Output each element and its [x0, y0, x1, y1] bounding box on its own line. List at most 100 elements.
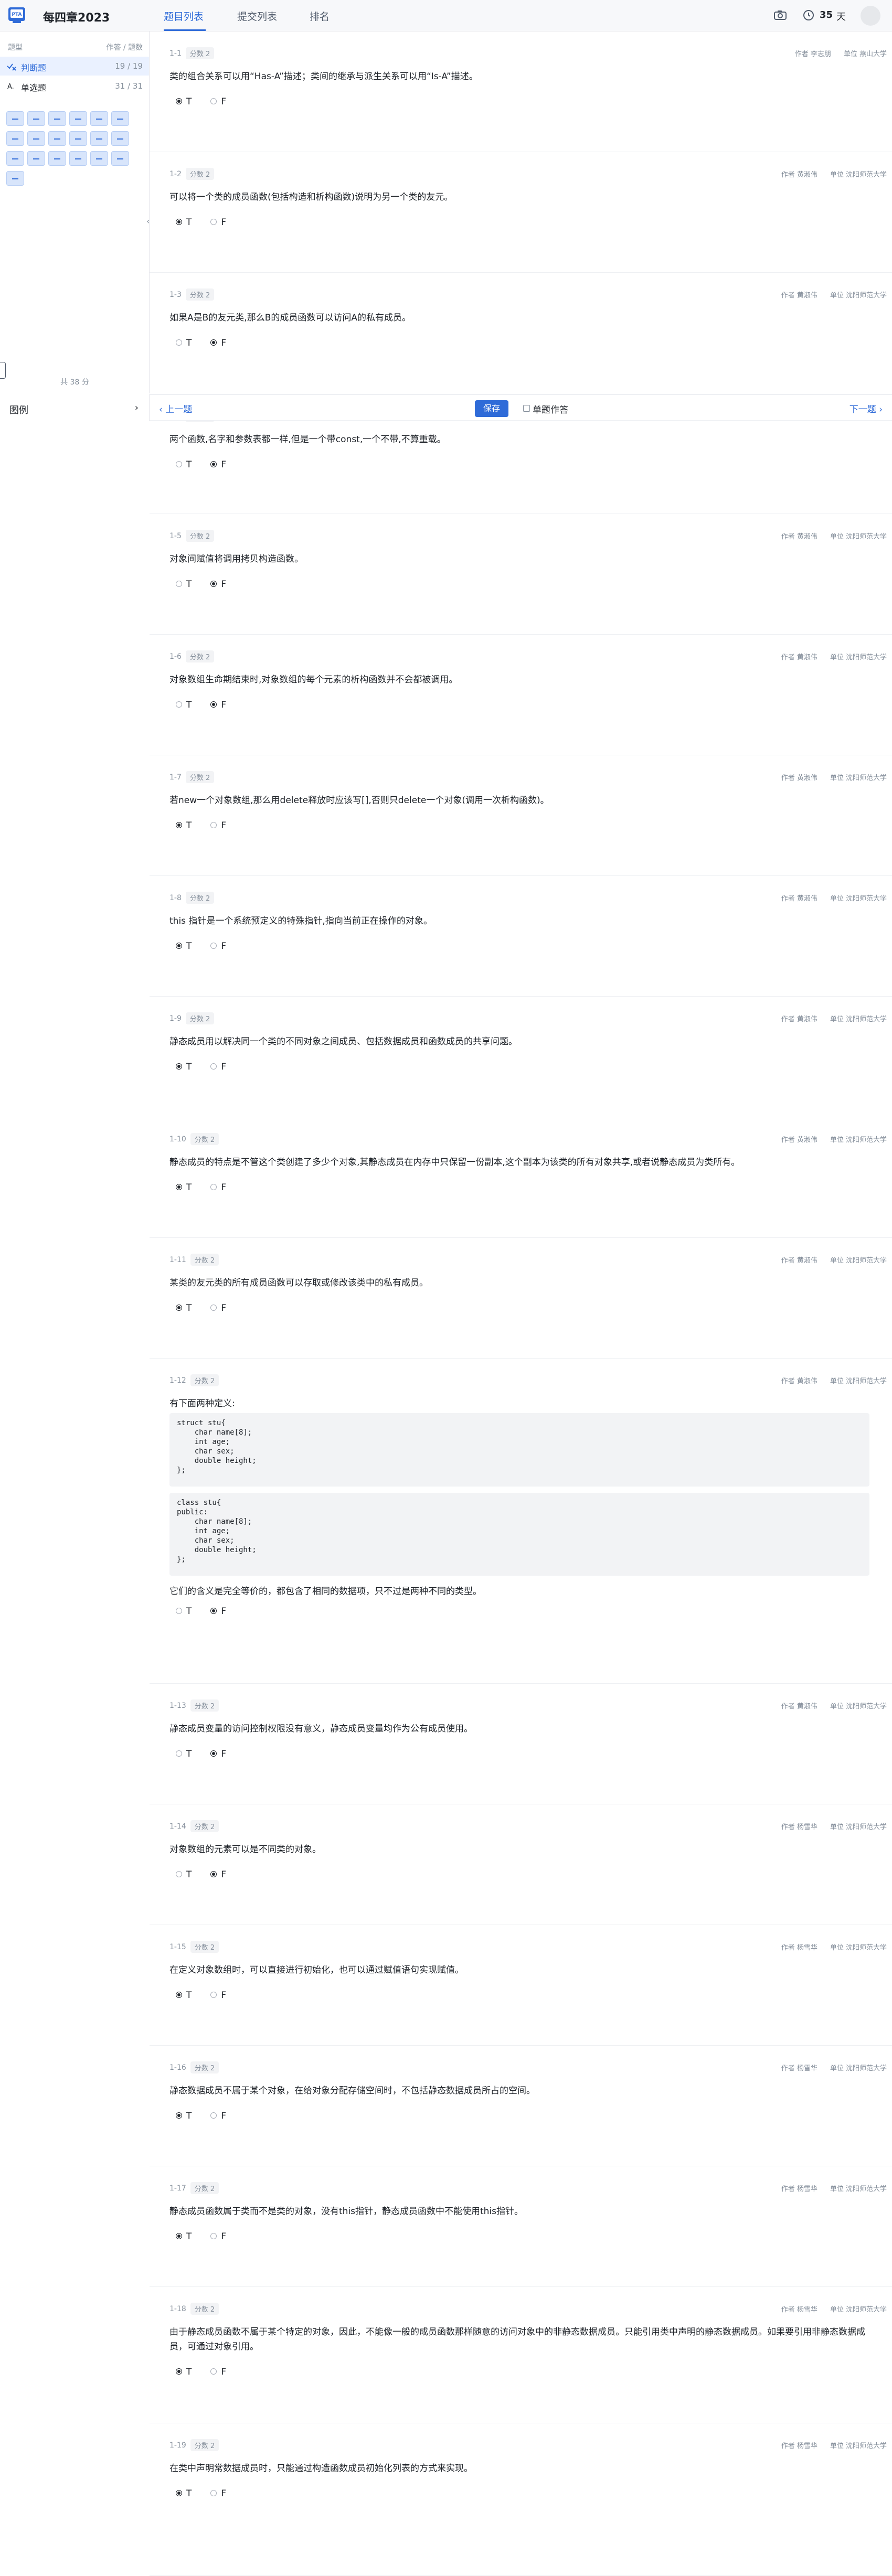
- side-drawer-handle[interactable]: [0, 362, 6, 379]
- option-f[interactable]: F: [210, 940, 226, 953]
- option-t[interactable]: T: [176, 1868, 192, 1881]
- option-t[interactable]: T: [176, 940, 192, 953]
- option-t[interactable]: T: [176, 819, 192, 832]
- option-t[interactable]: T: [176, 95, 192, 108]
- question-number-cell[interactable]: [111, 151, 129, 166]
- question-number-cell[interactable]: [111, 111, 129, 126]
- radio-button[interactable]: [176, 339, 182, 346]
- tab-submission-list[interactable]: 提交列表: [237, 9, 277, 23]
- radio-button[interactable]: [210, 2490, 217, 2496]
- option-f[interactable]: F: [210, 1181, 226, 1194]
- option-f[interactable]: F: [210, 578, 226, 591]
- question-number-cell[interactable]: [6, 111, 24, 126]
- tab-ranking[interactable]: 排名: [310, 9, 330, 23]
- legend-toggle[interactable]: 图例 ›: [0, 394, 150, 421]
- option-f[interactable]: F: [210, 1302, 226, 1314]
- question-number-cell[interactable]: [111, 131, 129, 146]
- option-f[interactable]: F: [210, 1061, 226, 1073]
- option-t[interactable]: T: [176, 216, 192, 229]
- tab-problem-list[interactable]: 题目列表: [164, 9, 204, 23]
- option-t[interactable]: T: [176, 1061, 192, 1073]
- radio-button[interactable]: [176, 701, 182, 708]
- option-t[interactable]: T: [176, 2110, 192, 2122]
- question-number-cell[interactable]: [27, 111, 45, 126]
- pta-logo-icon[interactable]: PTA: [7, 6, 27, 25]
- option-t[interactable]: T: [176, 2487, 192, 2500]
- option-f[interactable]: F: [210, 337, 226, 349]
- question-number-cell[interactable]: [6, 131, 24, 146]
- option-t[interactable]: T: [176, 1181, 192, 1194]
- question-number-cell[interactable]: [69, 131, 87, 146]
- user-avatar[interactable]: [861, 6, 880, 26]
- radio-button[interactable]: [210, 339, 217, 346]
- radio-button[interactable]: [210, 2368, 217, 2375]
- question-number-cell[interactable]: [48, 111, 66, 126]
- option-f[interactable]: F: [210, 1605, 226, 1618]
- question-number-cell[interactable]: [69, 151, 87, 166]
- option-f[interactable]: F: [210, 1989, 226, 2002]
- radio-button[interactable]: [210, 1063, 217, 1070]
- radio-button[interactable]: [210, 2233, 217, 2239]
- question-number-cell[interactable]: [6, 151, 24, 166]
- radio-button[interactable]: [176, 943, 182, 949]
- radio-button[interactable]: [210, 581, 217, 587]
- option-f[interactable]: F: [210, 1748, 226, 1760]
- radio-button[interactable]: [176, 1184, 182, 1190]
- radio-button[interactable]: [176, 822, 182, 828]
- option-f[interactable]: F: [210, 216, 226, 229]
- option-f[interactable]: F: [210, 2110, 226, 2122]
- option-t[interactable]: T: [176, 1302, 192, 1314]
- radio-button[interactable]: [176, 581, 182, 587]
- radio-button[interactable]: [176, 219, 182, 225]
- sidebar-item-true-false[interactable]: 判断题 19 / 19: [0, 57, 149, 76]
- question-number-cell[interactable]: [27, 151, 45, 166]
- radio-button[interactable]: [176, 98, 182, 104]
- question-number-cell[interactable]: [48, 131, 66, 146]
- single-mode-checkbox[interactable]: [523, 405, 530, 412]
- option-t[interactable]: T: [176, 1605, 192, 1618]
- radio-button[interactable]: [210, 822, 217, 828]
- option-t[interactable]: T: [176, 1989, 192, 2002]
- option-f[interactable]: F: [210, 819, 226, 832]
- option-t[interactable]: T: [176, 699, 192, 711]
- option-f[interactable]: F: [210, 2366, 226, 2378]
- radio-button[interactable]: [210, 1750, 217, 1757]
- radio-button[interactable]: [210, 461, 217, 467]
- sidebar-item-single-choice[interactable]: A. 单选题 31 / 31: [0, 77, 149, 95]
- option-t[interactable]: T: [176, 337, 192, 349]
- radio-button[interactable]: [176, 1608, 182, 1614]
- option-t[interactable]: T: [176, 1748, 192, 1760]
- radio-button[interactable]: [210, 1305, 217, 1311]
- question-number-cell[interactable]: [90, 151, 108, 166]
- question-number-cell[interactable]: [90, 131, 108, 146]
- question-number-cell[interactable]: [6, 171, 24, 186]
- option-f[interactable]: F: [210, 699, 226, 711]
- question-number-cell[interactable]: [90, 111, 108, 126]
- camera-icon[interactable]: [773, 9, 787, 21]
- radio-button[interactable]: [176, 2112, 182, 2119]
- radio-button[interactable]: [176, 1063, 182, 1070]
- option-f[interactable]: F: [210, 2230, 226, 2243]
- radio-button[interactable]: [210, 1992, 217, 1998]
- option-f[interactable]: F: [210, 2487, 226, 2500]
- radio-button[interactable]: [176, 1750, 182, 1757]
- question-number-cell[interactable]: [48, 151, 66, 166]
- radio-button[interactable]: [176, 1992, 182, 1998]
- radio-button[interactable]: [210, 219, 217, 225]
- save-button[interactable]: 保存: [475, 400, 508, 417]
- radio-button[interactable]: [176, 2368, 182, 2375]
- option-t[interactable]: T: [176, 578, 192, 591]
- radio-button[interactable]: [176, 461, 182, 467]
- radio-button[interactable]: [210, 1608, 217, 1614]
- option-t[interactable]: T: [176, 2366, 192, 2378]
- radio-button[interactable]: [210, 2112, 217, 2119]
- radio-button[interactable]: [176, 2233, 182, 2239]
- radio-button[interactable]: [210, 1184, 217, 1190]
- option-t[interactable]: T: [176, 458, 192, 471]
- option-f[interactable]: F: [210, 458, 226, 471]
- option-f[interactable]: F: [210, 95, 226, 108]
- option-t[interactable]: T: [176, 2230, 192, 2243]
- radio-button[interactable]: [210, 98, 217, 104]
- radio-button[interactable]: [176, 1305, 182, 1311]
- prev-question-button[interactable]: ‹ 上一题: [159, 402, 192, 415]
